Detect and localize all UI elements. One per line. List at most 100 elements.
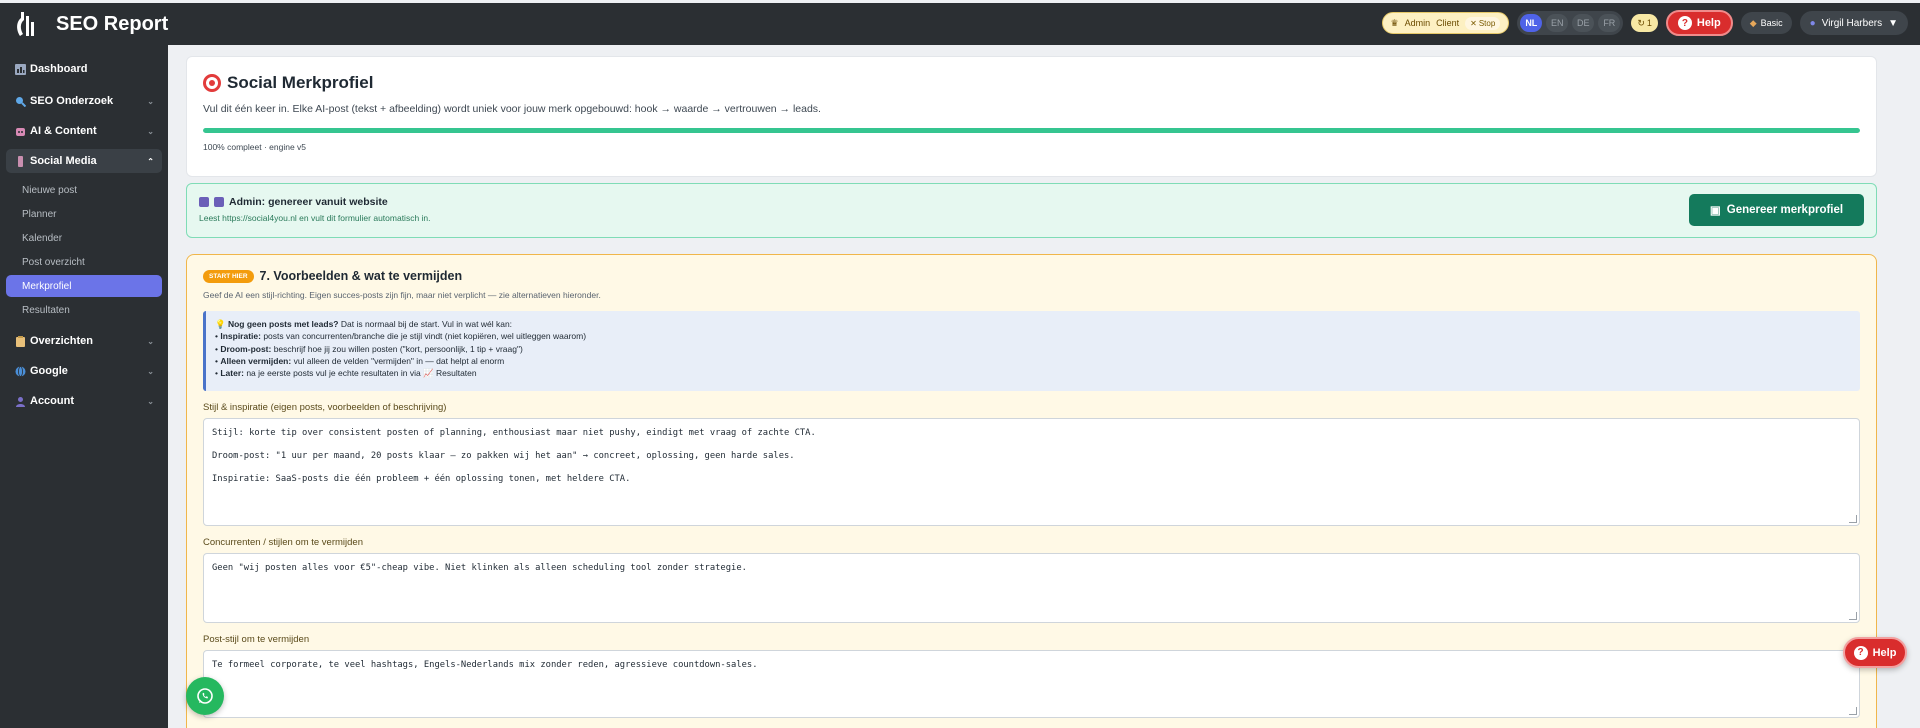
chevron-down-icon: ⌄	[147, 396, 154, 406]
section-title: 7. Voorbeelden & wat te vermijden	[259, 269, 463, 283]
sidebar-subitem-planner[interactable]: Planner	[6, 203, 162, 225]
textarea-line: Droom-post: "1 uur per maand, 20 posts k…	[212, 451, 795, 461]
clipboard-icon	[14, 335, 26, 347]
caret-down-icon: ▼	[1888, 17, 1898, 29]
plan-badge[interactable]: ◆ Basic	[1740, 12, 1792, 34]
sidebar-item-ai-content[interactable]: AI & Content ⌄	[6, 119, 162, 143]
phone-icon	[14, 155, 26, 167]
section-header: START HIER 7. Voorbeelden & wat te vermi…	[203, 269, 1860, 283]
section-card: START HIER 7. Voorbeelden & wat te vermi…	[186, 254, 1877, 728]
resize-handle[interactable]	[1849, 515, 1857, 523]
lightbulb-icon: 💡	[215, 319, 226, 329]
crown-icon: ♛	[1390, 17, 1399, 28]
package-icon: ◆	[1749, 17, 1757, 28]
brand[interactable]: SEO Report	[0, 9, 168, 39]
tip-heading-text: Dat is normaal bij de start. Vul in wat …	[338, 319, 513, 329]
sidebar-item-dashboard[interactable]: Dashboard	[6, 57, 162, 81]
tip-line-text: beschrijf hoe jij zou willen posten ("ko…	[271, 343, 523, 354]
sidebar-item-social-media[interactable]: Social Media ⌃	[6, 149, 162, 173]
tip-line-bold: Inspiratie:	[220, 331, 261, 342]
admin-card-title-row: Admin: genereer vanuit website	[199, 196, 1864, 208]
style-inspiration-label: Stijl & inspiratie (eigen posts, voorbee…	[203, 402, 447, 413]
sidebar-item-label: AI & Content	[30, 125, 97, 137]
admin-card-subtitle: Leest https://social4you.nl en vult dit …	[199, 213, 431, 223]
help-button[interactable]: ? Help	[1665, 10, 1733, 36]
dashboard-icon	[14, 63, 26, 75]
textarea-line: Geen "wij posten alles voor €5"-cheap vi…	[212, 563, 747, 573]
post-style-avoid-label: Post-stijl om te vermijden	[203, 634, 310, 645]
robot-icon	[14, 125, 26, 137]
competitors-avoid-textarea[interactable]: Geen "wij posten alles voor €5"-cheap vi…	[203, 553, 1860, 623]
page-subtitle: Vul dit één keer in. Elke AI-post (tekst…	[203, 103, 821, 115]
tip-line-bold: Droom-post:	[220, 343, 272, 354]
robot-icon: ▣	[1709, 205, 1721, 217]
resize-handle[interactable]	[1849, 612, 1857, 620]
sidebar-subitem-nieuwe-post[interactable]: Nieuwe post	[6, 179, 162, 201]
main-content: Social Merkprofiel Vul dit één keer in. …	[168, 45, 1920, 728]
chevron-down-icon: ⌄	[147, 336, 154, 346]
user-icon	[14, 395, 26, 407]
whatsapp-button[interactable]	[186, 677, 224, 715]
sidebar-item-label: Google	[30, 365, 68, 377]
stop-button[interactable]: ✕ Stop	[1465, 16, 1501, 30]
sidebar-subitem-merkprofiel[interactable]: Merkprofiel	[6, 275, 162, 297]
tip-line-text: posts van concurrenten/branche die je st…	[260, 331, 587, 342]
refresh-icon: ↻	[1637, 17, 1645, 28]
admin-label: Admin	[1404, 18, 1431, 28]
lang-fr[interactable]: FR	[1598, 14, 1621, 32]
language-switcher: NL EN DE FR	[1517, 11, 1624, 35]
sidebar-item-label: Overzichten	[30, 335, 93, 347]
floating-help-button[interactable]: ? Help	[1843, 637, 1907, 668]
lang-nl[interactable]: NL	[1520, 14, 1543, 32]
search-icon	[14, 95, 26, 107]
sidebar-item-label: Dashboard	[30, 63, 88, 75]
notification-count[interactable]: ↻ 1	[1631, 14, 1658, 32]
progress-label: 100% compleet · engine v5	[203, 142, 307, 152]
user-icon: ●	[1809, 17, 1816, 29]
textarea-line: Inspiratie: SaaS-posts die één probleem …	[212, 474, 631, 484]
textarea-line: Stijl: korte tip over consistent posten …	[212, 428, 816, 438]
competitors-avoid-label: Concurrenten / stijlen om te vermijden	[203, 537, 363, 548]
help-label: Help	[1696, 17, 1721, 29]
logo-icon	[14, 9, 36, 39]
lang-en[interactable]: EN	[1546, 14, 1569, 32]
tip-line: • Alleen vermijden: vul alleen de velden…	[215, 355, 505, 366]
tip-line-bold: Later:	[220, 368, 244, 379]
generate-profile-button[interactable]: ▣ Genereer merkprofiel	[1689, 194, 1864, 226]
user-menu[interactable]: ● Virgil Harbers ▼	[1799, 11, 1908, 35]
question-icon: ?	[1853, 645, 1868, 660]
sidebar-item-overzichten[interactable]: Overzichten ⌄	[6, 329, 162, 353]
sidebar-item-label: Social Media	[30, 155, 97, 167]
client-label: Client	[1436, 18, 1460, 28]
close-icon: ✕	[1470, 18, 1477, 28]
post-style-avoid-textarea[interactable]: Te formeel corporate, te veel hashtags, …	[203, 650, 1860, 718]
sidebar-item-seo-onderzoek[interactable]: SEO Onderzoek ⌄	[6, 89, 162, 113]
style-inspiration-textarea[interactable]: Stijl: korte tip over consistent posten …	[203, 418, 1860, 526]
resize-handle[interactable]	[1849, 707, 1857, 715]
lang-de[interactable]: DE	[1572, 14, 1595, 32]
sidebar-subitem-kalender[interactable]: Kalender	[6, 227, 162, 249]
tip-box: 💡 Nog geen posts met leads? Dat is norma…	[203, 311, 1860, 391]
tip-line-text: vul alleen de velden "vermijden" in — da…	[291, 355, 505, 366]
whatsapp-icon	[197, 688, 213, 704]
chevron-down-icon: ⌄	[147, 96, 154, 106]
plan-label: Basic	[1760, 18, 1783, 28]
globe-icon	[14, 365, 26, 377]
sidebar-subitem-post-overzicht[interactable]: Post overzicht	[6, 251, 162, 273]
tip-line: • Inspiratie: posts van concurrenten/bra…	[215, 331, 587, 342]
target-icon	[203, 74, 221, 92]
admin-client-toggle[interactable]: ♛ Admin Client ✕ Stop	[1381, 12, 1510, 34]
chevron-down-icon: ⌄	[147, 366, 154, 376]
sidebar-item-account[interactable]: Account ⌄	[6, 389, 162, 413]
top-bar: SEO Report ♛ Admin Client ✕ Stop NL EN D…	[0, 3, 1920, 45]
sidebar-item-google[interactable]: Google ⌄	[6, 359, 162, 383]
sidebar-subitem-resultaten[interactable]: Resultaten	[6, 299, 162, 321]
tip-line-text: na je eerste posts vul je echte resultat…	[243, 368, 477, 379]
generate-button-label: Genereer merkprofiel	[1726, 204, 1844, 216]
sidebar: Dashboard SEO Onderzoek ⌄ AI & Content ⌄…	[0, 45, 168, 728]
app-title: SEO Report	[56, 12, 169, 35]
progress-bar	[203, 128, 1860, 133]
chevron-down-icon: ⌄	[147, 126, 154, 136]
robot-icon	[199, 197, 209, 207]
question-icon: ?	[1677, 16, 1692, 30]
